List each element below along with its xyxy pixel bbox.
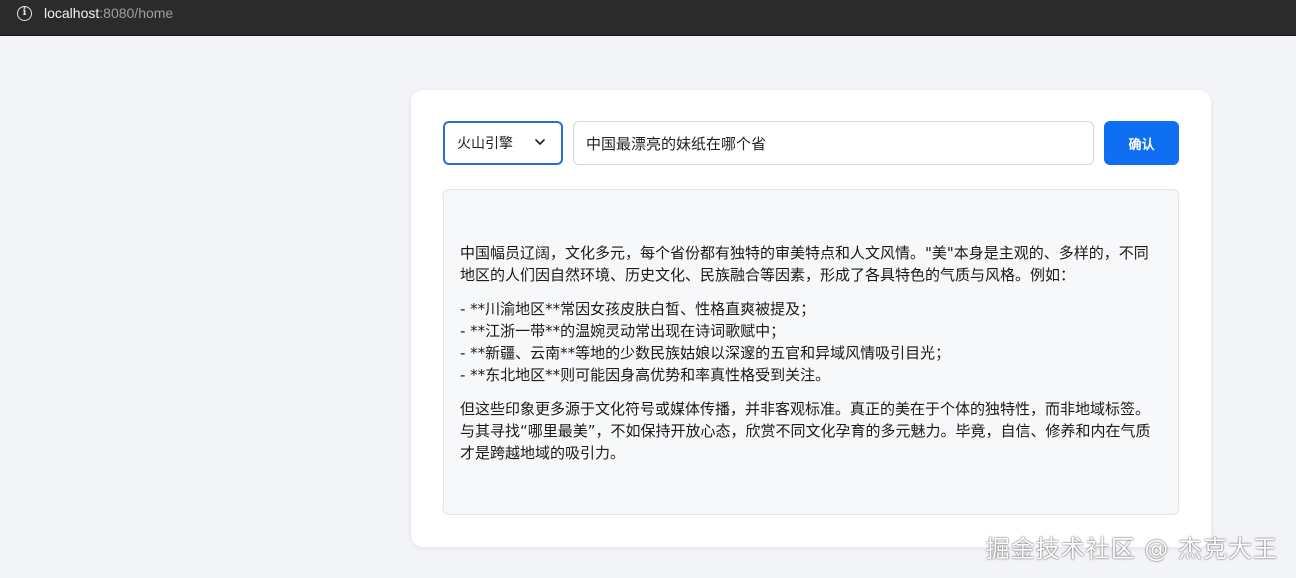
answer-list: - **川渝地区**常因女孩皮肤白皙、性格直爽被提及； - **江浙一带**的温… bbox=[460, 298, 1162, 386]
answer-intro: 中国幅员辽阔，文化多元，每个省份都有独特的审美特点和人文风情。"美"本身是主观的… bbox=[460, 244, 1149, 284]
info-icon[interactable]: i bbox=[17, 6, 32, 21]
search-card: 火山引擎 确认 中国幅员辽阔，文化多元，每个省份都有独特的审美特点和人文风情。"… bbox=[411, 90, 1211, 547]
answer-conclusion: 但这些印象更多源于文化符号或媒体传播，并非客观标准。真正的美在于个体的独特性，而… bbox=[460, 400, 1151, 462]
answer-panel: 中国幅员辽阔，文化多元，每个省份都有独特的审美特点和人文风情。"美"本身是主观的… bbox=[443, 189, 1179, 515]
list-item: - **江浙一带**的温婉灵动常出现在诗词歌赋中； bbox=[460, 322, 786, 340]
url-field[interactable]: localhost:8080/home bbox=[44, 5, 173, 22]
engine-select-value: 火山引擎 bbox=[457, 136, 513, 152]
list-item: - **新疆、云南**等地的少数民族姑娘以深邃的五官和异域风情吸引目光； bbox=[460, 344, 951, 362]
chevron-down-icon bbox=[535, 139, 545, 145]
engine-select[interactable]: 火山引擎 bbox=[443, 121, 563, 165]
list-item: - **东北地区**则可能因身高优势和率真性格受到关注。 bbox=[460, 366, 831, 384]
browser-address-bar: i localhost:8080/home bbox=[0, 0, 1296, 36]
list-item: - **川渝地区**常因女孩皮肤白皙、性格直爽被提及； bbox=[460, 300, 816, 318]
query-input[interactable] bbox=[573, 121, 1094, 165]
watermark: 掘金技术社区 @ 杰克大王 bbox=[985, 535, 1278, 563]
confirm-button[interactable]: 确认 bbox=[1104, 121, 1179, 165]
url-host: localhost bbox=[44, 5, 100, 21]
url-path: :8080/home bbox=[99, 5, 174, 21]
